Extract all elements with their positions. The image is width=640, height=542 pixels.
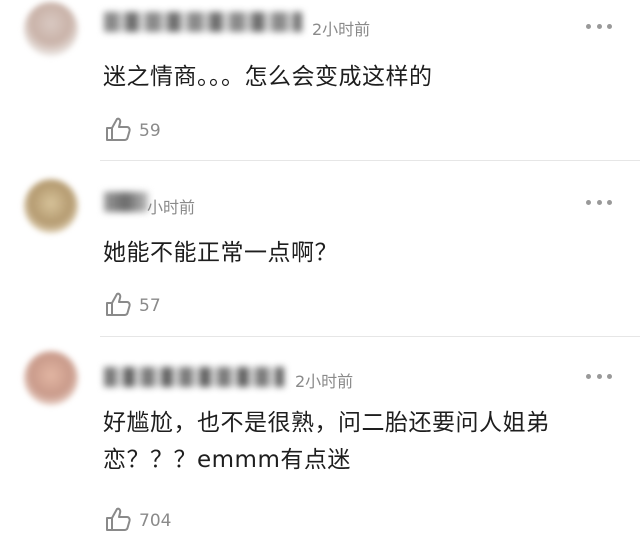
thumbs-up-icon	[106, 292, 131, 316]
like-count: 704	[139, 511, 172, 531]
more-options-icon[interactable]	[586, 373, 612, 379]
like-count: 59	[139, 121, 161, 141]
comment-time: 2小时前	[312, 20, 371, 39]
username-blurred[interactable]	[104, 367, 284, 387]
comment-text: 迷之情商。。。怎么会变成这样的	[103, 64, 433, 90]
username-blurred[interactable]	[104, 12, 302, 32]
like-count: 57	[139, 296, 161, 316]
more-options-icon[interactable]	[586, 23, 612, 29]
comment-text: 她能不能正常一点啊？	[103, 240, 338, 266]
avatar[interactable]	[24, 351, 78, 405]
like-button[interactable]: 59	[104, 114, 161, 144]
more-options-icon[interactable]	[586, 199, 612, 205]
like-button[interactable]: 57	[104, 289, 161, 319]
avatar[interactable]	[24, 2, 78, 56]
thumbs-up-icon	[106, 117, 131, 141]
username-blurred[interactable]	[104, 192, 148, 212]
comment-text-line: 好尴尬，也不是很熟，问二胎还要问人姐弟	[103, 410, 550, 436]
comment-item: 2小时前 迷之情商。。。怎么会变成这样的 59	[0, 0, 640, 160]
avatar[interactable]	[24, 179, 78, 233]
like-button[interactable]: 704	[104, 504, 171, 534]
comment-time: 2小时前	[295, 372, 354, 391]
thumbs-up-icon	[106, 507, 131, 531]
comment-item: 小时前 她能不能正常一点啊？ 57	[0, 161, 640, 336]
comment-text: 好尴尬，也不是很熟，问二胎还要问人姐弟 恋？？？emmm有点迷	[103, 405, 623, 479]
comment-time: 小时前	[147, 198, 196, 217]
comment-item: 2小时前 好尴尬，也不是很熟，问二胎还要问人姐弟 恋？？？emmm有点迷 704	[0, 337, 640, 542]
comment-text-line: 恋？？？emmm有点迷	[103, 447, 351, 473]
